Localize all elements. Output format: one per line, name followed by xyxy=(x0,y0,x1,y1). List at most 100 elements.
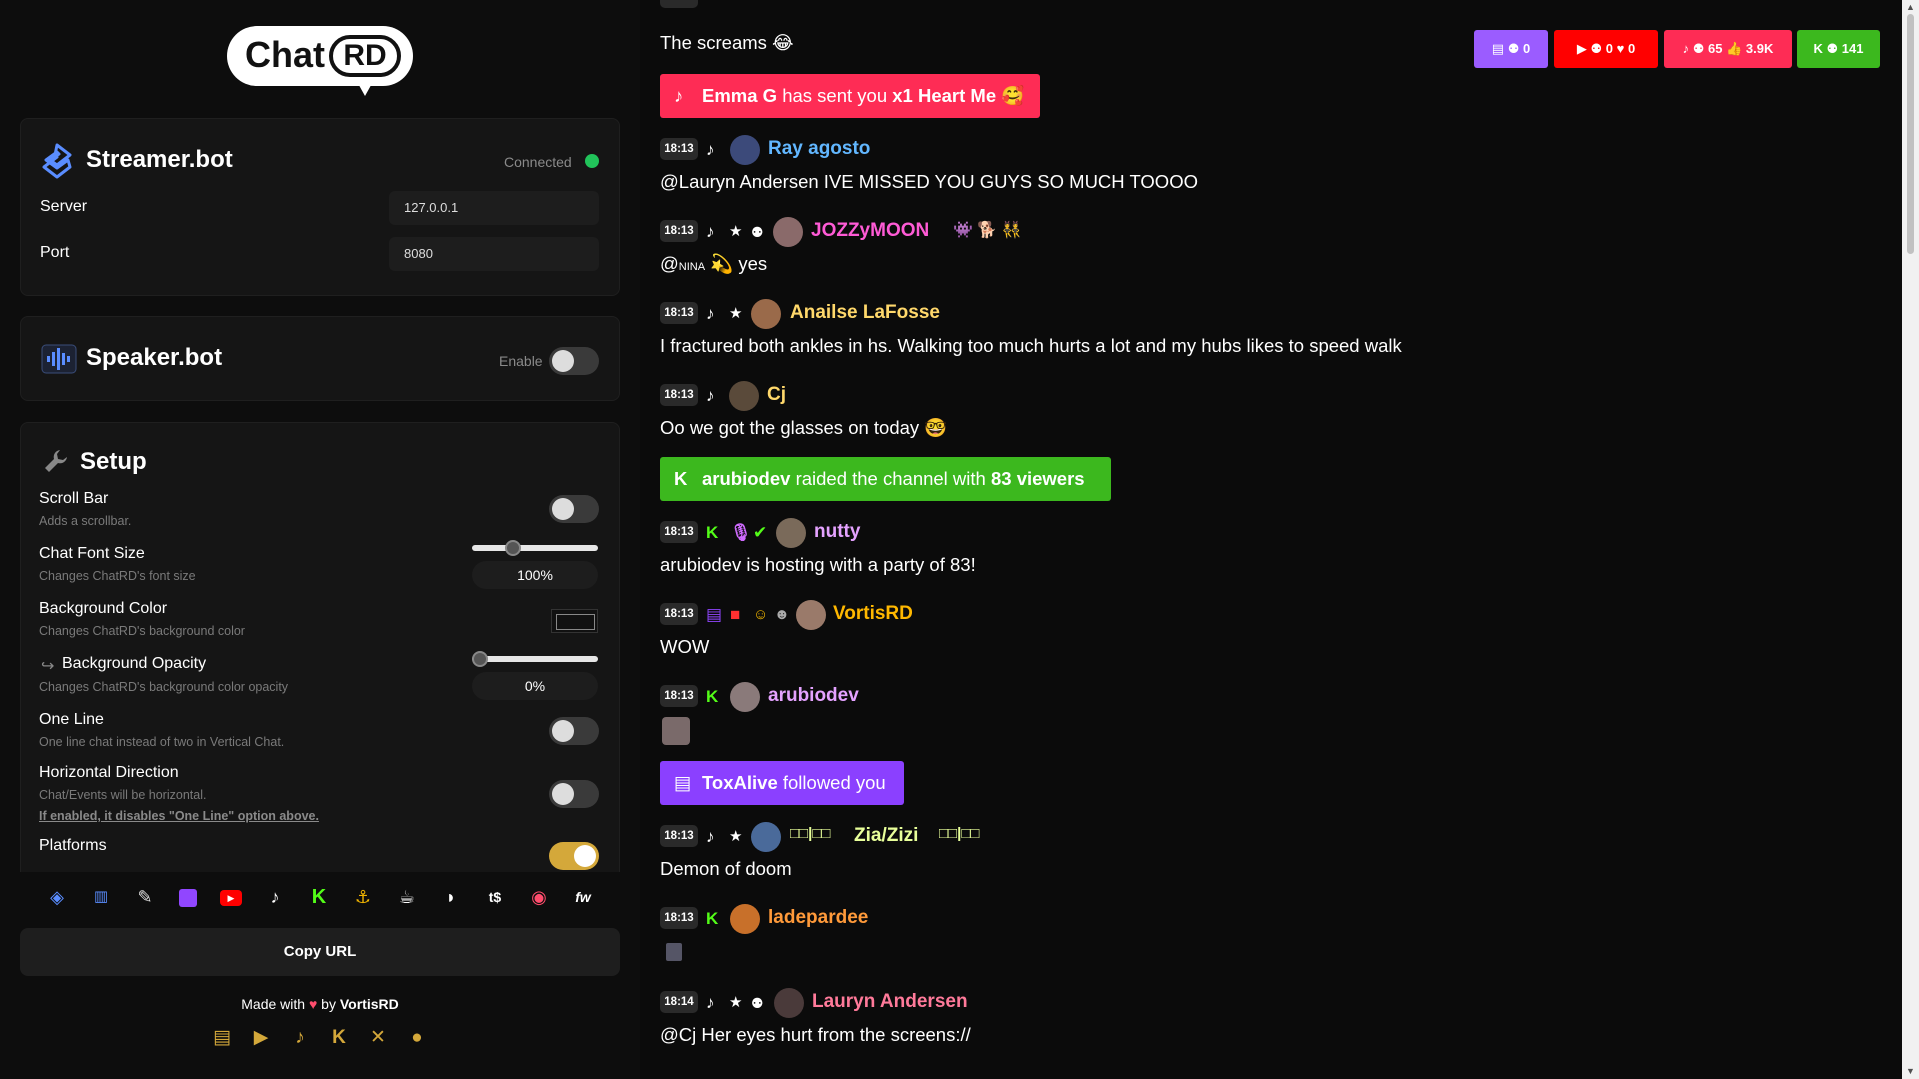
tiktok-icon: ♪ xyxy=(706,993,715,1012)
speakerbot-title: Speaker.bot xyxy=(86,344,223,371)
port-label: Port xyxy=(40,244,70,261)
wrench-nav-icon[interactable]: ✎ xyxy=(132,884,158,910)
fourthwall-nav-icon[interactable]: fw xyxy=(570,884,596,910)
kofi-nav-icon[interactable]: ☕ xyxy=(394,884,420,910)
port-input[interactable]: 8080 xyxy=(389,237,599,271)
platforms-label: Platforms xyxy=(39,837,107,854)
chat-message-header: 18:13 ♪ Ray agosto xyxy=(660,135,1060,165)
made-with-credit: Made with ♥ by VortisRD xyxy=(0,996,640,1012)
bg-color-picker[interactable] xyxy=(551,609,598,633)
follower-icon: ⚉ xyxy=(751,224,764,240)
message-time: 18:13 xyxy=(660,685,698,707)
scroll-up-arrow[interactable]: ▲ xyxy=(1906,2,1915,12)
wrench-icon xyxy=(45,450,67,472)
username[interactable]: nutty xyxy=(814,521,860,543)
font-size-slider[interactable] xyxy=(472,540,598,556)
platforms-toggle[interactable] xyxy=(549,842,599,870)
youtube-stat: ▶ ⚉ 0 ♥ 0 xyxy=(1554,30,1658,68)
tiktok-icon: ♪ xyxy=(706,386,715,405)
one-line-toggle[interactable] xyxy=(549,717,599,745)
viewer-icon: ⚉ xyxy=(1590,41,1603,56)
username[interactable]: Zia/Zizi xyxy=(854,825,918,847)
broadcaster-icon: ■ xyxy=(730,605,741,624)
logo-rd-text: RD xyxy=(329,35,401,77)
font-size-slider-knob[interactable] xyxy=(505,540,521,556)
username[interactable]: Ray agosto xyxy=(768,138,870,160)
chat-message-text: @Lauryn Andersen IVE MISSED YOU GUYS SO … xyxy=(660,171,1198,192)
username[interactable]: JOZZyMOON xyxy=(811,220,929,242)
username[interactable]: VortisRD xyxy=(833,603,913,625)
x-social-icon[interactable]: ✕ xyxy=(365,1025,391,1051)
streamerbot-nav-icon[interactable]: ◈ xyxy=(44,884,70,910)
username[interactable]: Lauryn Andersen xyxy=(812,991,968,1013)
thumbs-up-icon: 👍 xyxy=(1726,41,1743,56)
scroll-down-arrow[interactable]: ▼ xyxy=(1906,1066,1915,1076)
username[interactable]: Anailse LaFosse xyxy=(790,302,940,324)
chat-message-text: @Cj Her eyes hurt from the screens:// xyxy=(660,1024,971,1045)
avatar xyxy=(776,518,806,548)
follower-icon: ⚉ xyxy=(751,995,764,1011)
streamerbot-title: Streamer.bot xyxy=(86,146,233,173)
server-input[interactable]: 127.0.0.1 xyxy=(389,191,599,225)
twitch-nav-icon[interactable] xyxy=(175,884,201,910)
horizontal-toggle[interactable] xyxy=(549,780,599,808)
chat-feed: The screams 😂 ♪ Emma G has sent you x1 H… xyxy=(640,0,1902,1079)
tiktok-social-icon[interactable]: ♪ xyxy=(287,1025,313,1051)
chat-message-header: 18:13 ♪ ★ ⚉ JOZZyMOON 👾 🐕 👯 xyxy=(660,217,1160,247)
horizontal-label: Horizontal Direction xyxy=(39,764,179,781)
bg-opacity-slider[interactable] xyxy=(472,651,598,667)
tiktok-icon: ♪ xyxy=(706,304,715,323)
logo-chat-text: Chat xyxy=(245,34,325,75)
youtube-nav-icon[interactable]: ▶ xyxy=(218,884,244,910)
gift-emoji: 🥰 xyxy=(1001,85,1025,106)
speakerbot-enable-toggle[interactable] xyxy=(549,347,599,375)
author-name[interactable]: VortisRD xyxy=(340,996,399,1012)
avatar xyxy=(796,600,826,630)
username[interactable]: Cj xyxy=(767,384,786,406)
tiktok-icon: ♪ xyxy=(706,827,715,846)
scroll-thumb[interactable] xyxy=(1907,14,1914,254)
kick-nav-icon[interactable]: K xyxy=(306,884,332,910)
chat-message-text: The screams 😂 xyxy=(660,32,794,53)
twitch-viewer-stat: ▤ ⚉ 0 xyxy=(1474,30,1548,68)
github-social-icon[interactable]: ● xyxy=(404,1025,430,1051)
tiktok-gift-event: ♪ Emma G has sent you x1 Heart Me 🥰 xyxy=(660,74,1040,118)
patreon-nav-icon[interactable]: ◗ xyxy=(438,884,464,910)
page-scrollbar[interactable]: ▲ ▼ xyxy=(1902,0,1919,1079)
username[interactable]: ladepardee xyxy=(768,907,868,929)
horizontal-desc: Chat/Events will be horizontal. xyxy=(39,788,207,802)
emote xyxy=(666,943,682,961)
speakerbot-card: Speaker.bot Enable xyxy=(20,316,620,401)
decoration-right: □□|□□ xyxy=(939,825,980,842)
twitch-icon: ▤ xyxy=(674,772,692,793)
tipeeestream-nav-icon[interactable]: t$ xyxy=(482,884,508,910)
speakerbot-nav-icon[interactable]: ▥ xyxy=(88,884,114,910)
kick-social-icon[interactable]: K xyxy=(326,1025,352,1051)
mention: @ xyxy=(660,253,679,274)
kick-raid-event: K arubiodev raided the channel with 83 v… xyxy=(660,457,1111,501)
streamlabs-nav-icon[interactable]: ⚓ xyxy=(350,884,376,910)
by-text: by xyxy=(321,996,336,1012)
font-size-value: 100% xyxy=(472,561,598,589)
twitch-social-icon[interactable]: ▤ xyxy=(209,1025,235,1051)
horizontal-warning[interactable]: If enabled, it disables "One Line" optio… xyxy=(39,809,319,823)
speakerbot-icon xyxy=(41,344,77,374)
kick-icon: K xyxy=(674,468,688,489)
bg-opacity-slider-knob[interactable] xyxy=(472,651,488,667)
one-line-desc: One line chat instead of two in Vertical… xyxy=(39,735,285,749)
tiktok-nav-icon[interactable]: ♪ xyxy=(262,884,288,910)
youtube-social-icon[interactable]: ▶ xyxy=(248,1025,274,1051)
message-time: 18:13 xyxy=(660,825,698,847)
scroll-bar-toggle[interactable] xyxy=(549,495,599,523)
twitch-icon: ▤ xyxy=(1491,41,1505,56)
viewer-icon: ⚉ xyxy=(1507,41,1520,56)
kick-viewer-stat: K ⚉ 141 xyxy=(1797,30,1880,68)
settings-panel: Chat RD Streamer.bot Connected Server 12… xyxy=(0,0,640,1079)
streamelements-nav-icon[interactable]: ◉ xyxy=(526,884,552,910)
viewer-icon: ⚉ xyxy=(1826,41,1839,56)
verified-icon: ✔ xyxy=(753,523,768,542)
one-line-label: One Line xyxy=(39,711,104,728)
username[interactable]: arubiodev xyxy=(768,685,859,707)
microphone-icon: 🎙 xyxy=(730,523,752,542)
copy-url-button[interactable]: Copy URL xyxy=(20,928,620,976)
